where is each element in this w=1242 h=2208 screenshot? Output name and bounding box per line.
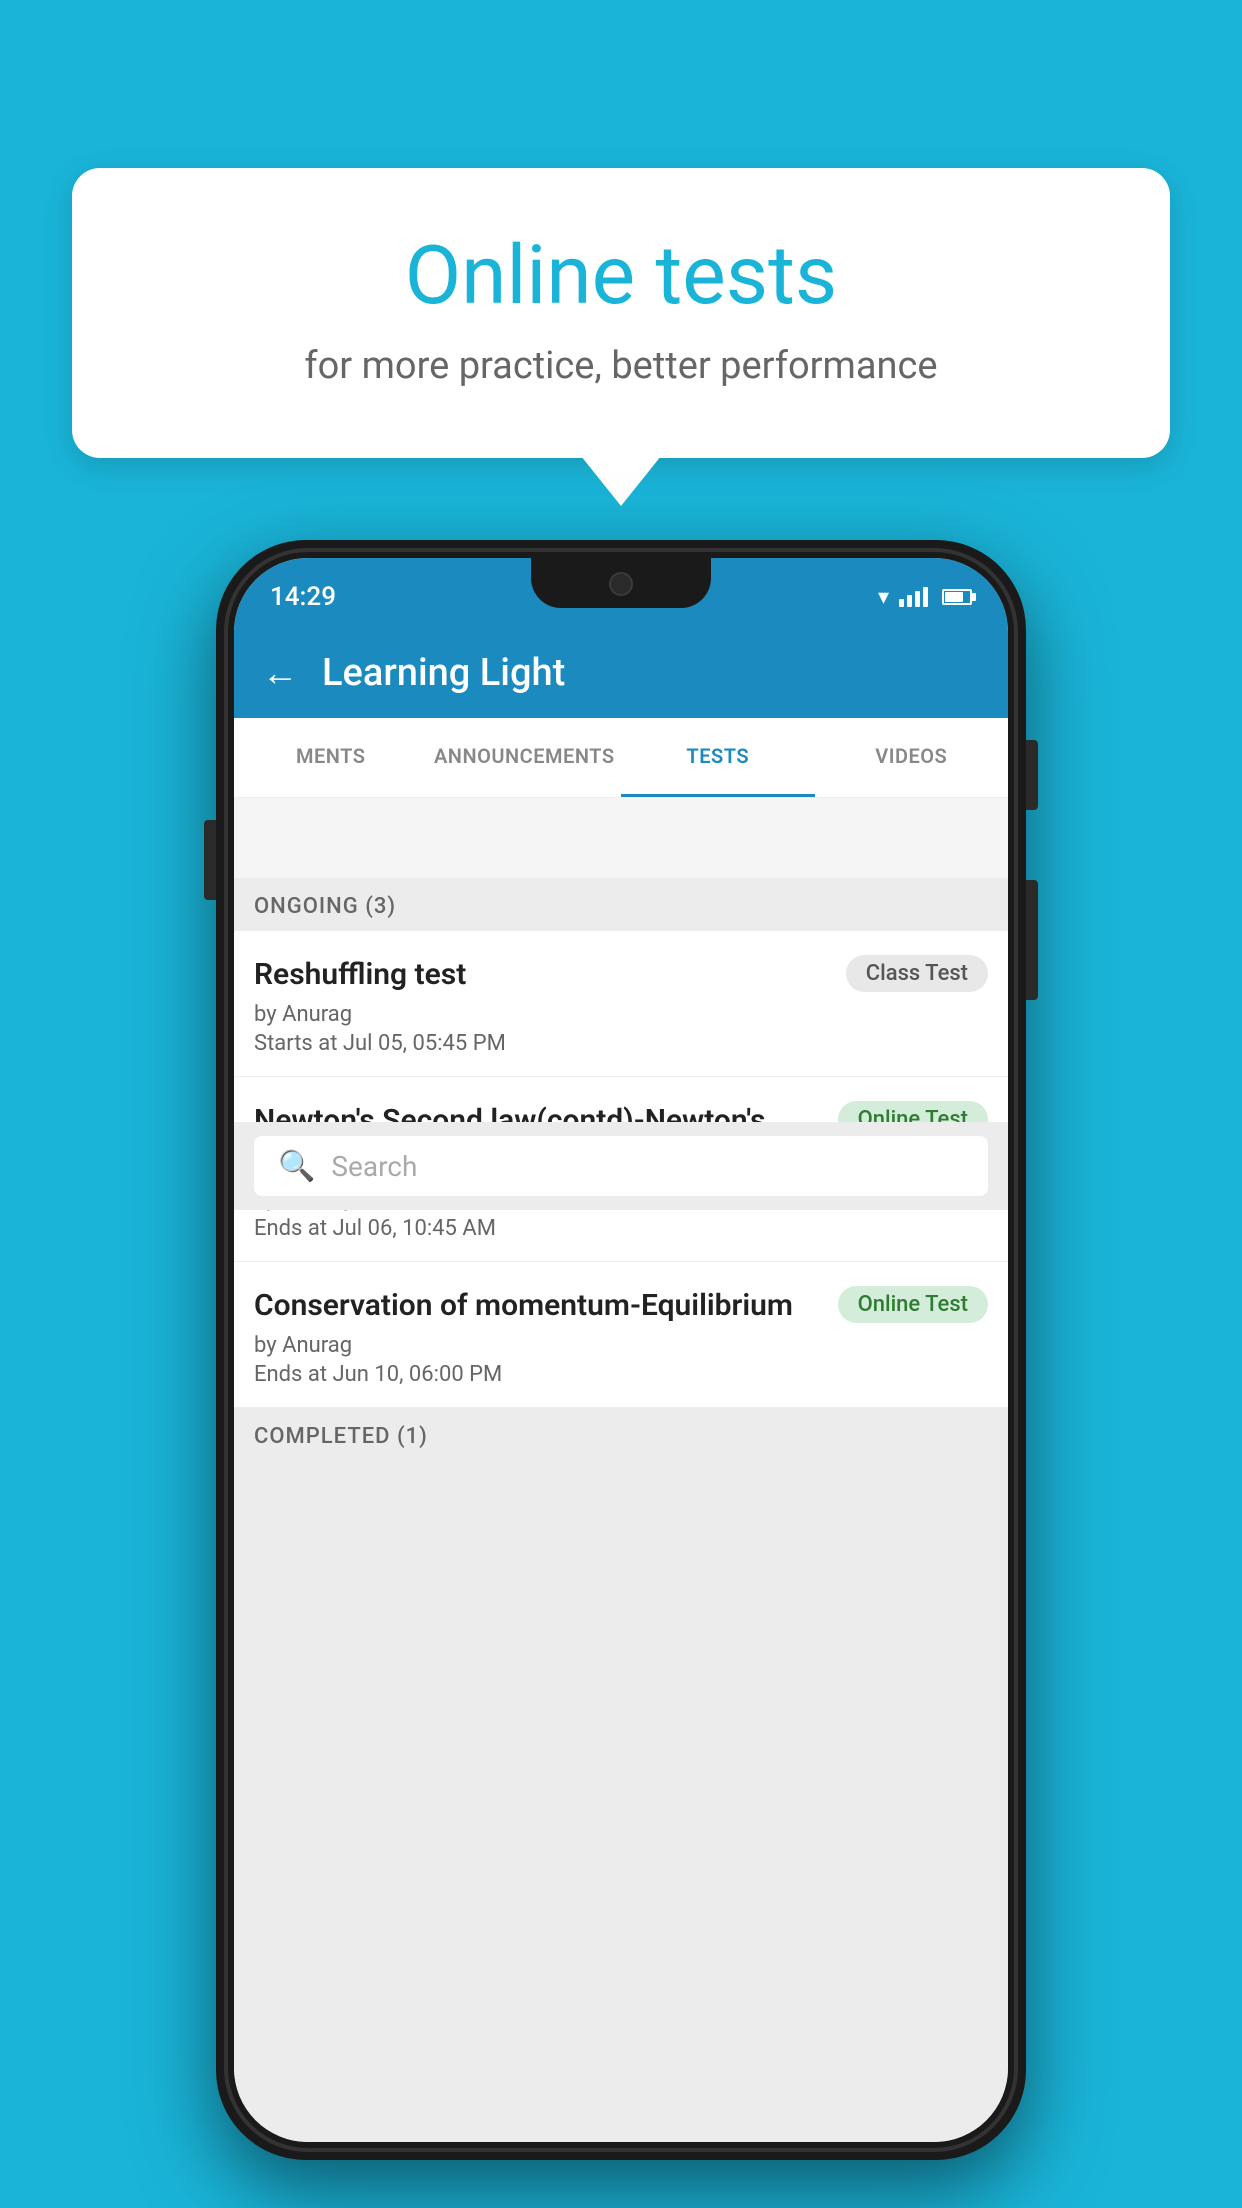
search-placeholder-text: Search bbox=[331, 1150, 417, 1183]
wifi-icon: ▾ bbox=[878, 585, 889, 610]
completed-section-header: COMPLETED (1) bbox=[234, 1408, 1008, 1461]
speech-bubble: Online tests for more practice, better p… bbox=[72, 168, 1170, 458]
notch bbox=[531, 558, 711, 608]
search-container: 🔍 Search bbox=[234, 1122, 1008, 1210]
tab-bar: MENTS ANNOUNCEMENTS TESTS VIDEOS bbox=[234, 718, 1008, 798]
search-icon: 🔍 bbox=[278, 1149, 315, 1184]
test-item-header: Conservation of momentum-Equilibrium Onl… bbox=[254, 1286, 988, 1325]
speech-bubble-subtitle: for more practice, better performance bbox=[152, 344, 1090, 388]
app-bar: ← Learning Light bbox=[234, 628, 1008, 718]
test-time: Ends at Jul 06, 10:45 AM bbox=[254, 1216, 988, 1241]
signal-icon bbox=[899, 587, 928, 607]
test-item[interactable]: Conservation of momentum-Equilibrium Onl… bbox=[234, 1262, 1008, 1408]
test-title: Reshuffling test bbox=[254, 955, 830, 994]
speech-bubble-title: Online tests bbox=[152, 228, 1090, 324]
tab-tests[interactable]: TESTS bbox=[621, 718, 815, 797]
tab-videos[interactable]: VIDEOS bbox=[815, 718, 1009, 797]
volume-button bbox=[204, 820, 216, 900]
volume-up-button bbox=[1026, 740, 1038, 810]
app-bar-title: Learning Light bbox=[322, 651, 565, 695]
status-time: 14:29 bbox=[270, 582, 336, 612]
test-time: Starts at Jul 05, 05:45 PM bbox=[254, 1031, 988, 1056]
test-list: 🔍 Search ONGOING (3) Reshuffling test Cl… bbox=[234, 878, 1008, 2142]
status-icons: ▾ bbox=[878, 585, 972, 610]
test-item-header: Reshuffling test Class Test bbox=[254, 955, 988, 994]
test-time: Ends at Jun 10, 06:00 PM bbox=[254, 1362, 988, 1387]
camera-icon bbox=[609, 572, 633, 596]
ongoing-section-header: ONGOING (3) bbox=[234, 878, 1008, 931]
test-title: Conservation of momentum-Equilibrium bbox=[254, 1286, 822, 1325]
test-by: by Anurag bbox=[254, 1333, 988, 1358]
test-badge: Online Test bbox=[838, 1286, 988, 1323]
tab-announcements[interactable]: ANNOUNCEMENTS bbox=[428, 718, 622, 797]
search-input[interactable]: 🔍 Search bbox=[254, 1136, 988, 1196]
battery-icon bbox=[942, 589, 972, 605]
back-button[interactable]: ← bbox=[262, 652, 298, 694]
test-badge: Class Test bbox=[846, 955, 988, 992]
test-by: by Anurag bbox=[254, 1002, 988, 1027]
phone-container: 14:29 ▾ ← Learning Light MEN bbox=[216, 540, 1026, 2160]
tab-ments[interactable]: MENTS bbox=[234, 718, 428, 797]
phone-screen: 14:29 ▾ ← Learning Light MEN bbox=[234, 558, 1008, 2142]
test-item[interactable]: Reshuffling test Class Test by Anurag St… bbox=[234, 931, 1008, 1077]
power-button bbox=[1026, 880, 1038, 1000]
